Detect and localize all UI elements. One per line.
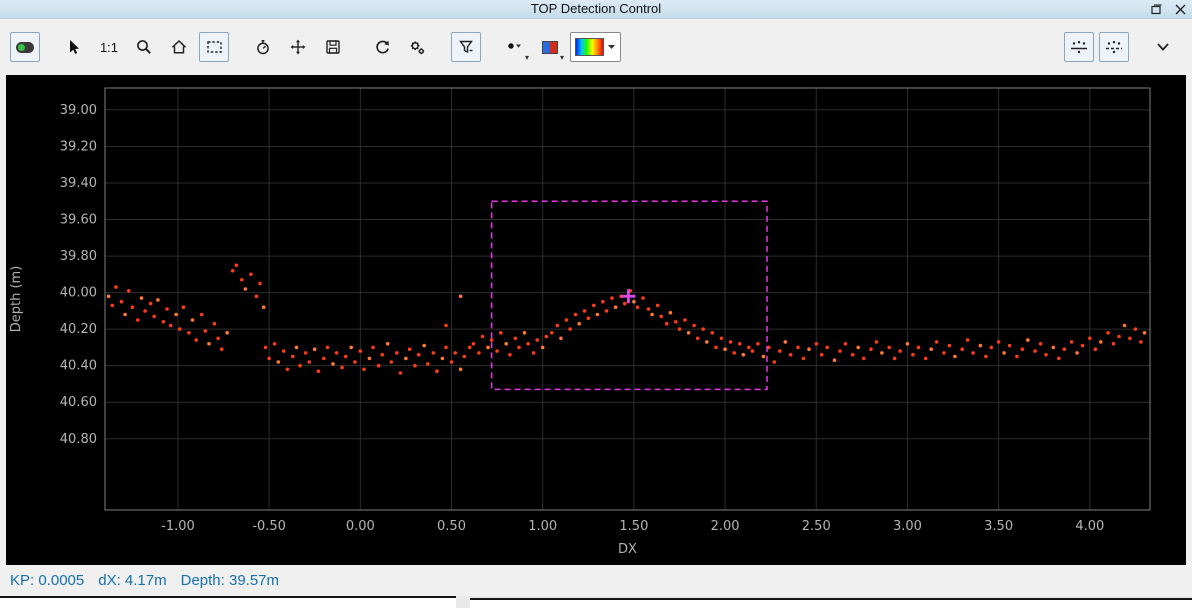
magnifier-icon — [136, 39, 152, 55]
expand-button[interactable] — [1148, 32, 1178, 62]
svg-text:2.00: 2.00 — [711, 519, 740, 534]
toolbar: 1:1 — [0, 19, 1192, 75]
home-icon — [171, 39, 187, 55]
svg-text:0.00: 0.00 — [346, 519, 375, 534]
zoom-1to1-label: 1:1 — [100, 40, 118, 55]
status-dx: dX: 4.17m — [98, 572, 166, 589]
point-style-button[interactable]: ▾ — [500, 32, 530, 62]
svg-text:-0.50: -0.50 — [252, 519, 286, 534]
svg-text:40.00: 40.00 — [60, 286, 97, 301]
svg-text:Depth (m): Depth (m) — [9, 266, 24, 333]
status-depth: Depth: 39.57m — [181, 572, 279, 589]
maximize-button[interactable] — [1148, 1, 1164, 17]
refresh-button[interactable] — [367, 32, 397, 62]
timer-button[interactable] — [248, 32, 278, 62]
background-window-left — [0, 596, 456, 608]
cursor-icon — [66, 39, 82, 55]
maximize-icon — [1151, 4, 1162, 15]
svg-text:3.00: 3.00 — [893, 519, 922, 534]
home-button[interactable] — [164, 32, 194, 62]
zoom-1to1-button[interactable]: 1:1 — [94, 32, 124, 62]
close-button[interactable] — [1172, 1, 1188, 17]
colormap-select[interactable] — [570, 32, 621, 62]
svg-text:2.50: 2.50 — [802, 519, 831, 534]
point-icon — [506, 39, 524, 55]
move-icon — [290, 39, 306, 55]
refresh-icon — [374, 39, 391, 56]
title-bar: TOP Detection Control — [0, 0, 1192, 19]
settings-button[interactable] — [402, 32, 432, 62]
svg-text:40.60: 40.60 — [60, 395, 97, 410]
svg-text:39.80: 39.80 — [60, 249, 97, 264]
detection-threshold-icon — [1069, 39, 1089, 56]
svg-text:0.50: 0.50 — [437, 519, 466, 534]
dashed-rect-icon — [206, 39, 223, 55]
chevron-down-icon: ▾ — [560, 53, 564, 62]
svg-text:1.00: 1.00 — [528, 519, 557, 534]
color-swatch-icon — [542, 41, 558, 54]
detection-threshold-icon — [1104, 39, 1124, 56]
svg-text:39.00: 39.00 — [60, 103, 97, 118]
svg-text:40.80: 40.80 — [60, 432, 97, 447]
display-toggle-button[interactable] — [10, 32, 40, 62]
background-windows — [0, 596, 1192, 608]
chevron-down-icon: ▾ — [525, 53, 529, 62]
close-icon — [1175, 4, 1186, 15]
save-icon — [325, 39, 341, 55]
toggle-icon — [16, 42, 34, 53]
svg-text:40.40: 40.40 — [60, 359, 97, 374]
background-window-right — [470, 598, 1192, 608]
chart-panel: -1.00 -0.50 0.00 0.50 1.00 1.50 2.00 2.50 3.00 3.… — [6, 75, 1186, 565]
funnel-icon — [458, 39, 475, 55]
stopwatch-icon — [255, 39, 271, 55]
svg-text:3.50: 3.50 — [984, 519, 1013, 534]
gears-icon — [409, 39, 426, 56]
svg-text:DX: DX — [618, 542, 637, 557]
status-kp: KP: 0.0005 — [10, 572, 84, 589]
chevron-down-icon — [1154, 39, 1172, 55]
svg-text:40.20: 40.20 — [60, 322, 97, 337]
svg-text:39.20: 39.20 — [60, 139, 97, 154]
window: TOP Detection Control — [0, 0, 1192, 608]
filter-button[interactable] — [451, 32, 481, 62]
color-picker-button[interactable]: ▾ — [535, 32, 565, 62]
window-title: TOP Detection Control — [0, 0, 1192, 18]
status-bar: KP: 0.0005 dX: 4.17m Depth: 39.57m — [0, 565, 1192, 596]
scatter-chart[interactable]: -1.00 -0.50 0.00 0.50 1.00 1.50 2.00 2.50 3.00 3.… — [6, 75, 1186, 565]
colormap-gradient-icon — [575, 38, 604, 56]
zoom-button[interactable] — [129, 32, 159, 62]
pointer-button[interactable] — [59, 32, 89, 62]
svg-text:39.40: 39.40 — [60, 176, 97, 191]
threshold-button-1[interactable] — [1064, 32, 1094, 62]
save-button[interactable] — [318, 32, 348, 62]
threshold-button-2[interactable] — [1099, 32, 1129, 62]
svg-text:39.60: 39.60 — [60, 213, 97, 228]
chevron-down-icon — [607, 43, 616, 51]
region-select-button[interactable] — [199, 32, 229, 62]
svg-text:4.00: 4.00 — [1075, 519, 1104, 534]
svg-text:-1.00: -1.00 — [161, 519, 195, 534]
svg-text:1.50: 1.50 — [619, 519, 648, 534]
pan-button[interactable] — [283, 32, 313, 62]
